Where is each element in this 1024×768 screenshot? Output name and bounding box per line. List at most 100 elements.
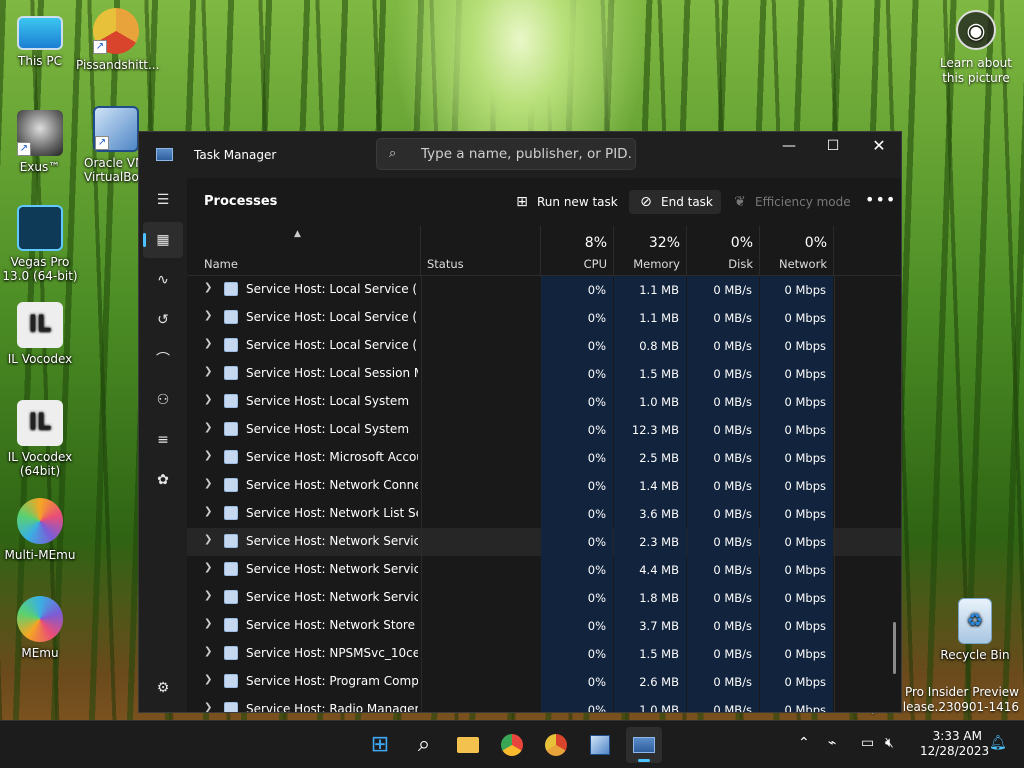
file-explorer-icon[interactable]	[450, 727, 486, 763]
process-name: Service Host: Local Service (N...	[246, 282, 418, 296]
process-name: Service Host: Radio Managem...	[246, 702, 418, 712]
display-icon[interactable]: ▭	[861, 735, 874, 751]
cpu-value: 0%	[541, 528, 613, 556]
vertical-scrollbar[interactable]	[893, 622, 896, 674]
end-task-button[interactable]: ⊘ End task	[629, 190, 721, 214]
chevron-right-icon[interactable]: ❯	[204, 366, 212, 377]
hamburger-menu-icon[interactable]: ☰	[143, 182, 183, 218]
speaker-muted-icon[interactable]: 🔇︎	[885, 735, 894, 751]
chevron-right-icon[interactable]: ❯	[204, 506, 212, 517]
desktop-icon-memu[interactable]: MEmu	[0, 596, 80, 660]
shortcut-arrow-icon: ↗	[95, 136, 109, 150]
chevron-right-icon[interactable]: ❯	[204, 478, 212, 489]
nav-performance-icon[interactable]: ∿	[143, 262, 183, 298]
column-disk[interactable]: 0% Disk	[687, 226, 760, 276]
process-name: Service Host: Network Connec...	[246, 478, 418, 492]
more-options-icon[interactable]: •••	[865, 190, 896, 209]
table-row[interactable]: ❯ Service Host: Local Service (N... 0%1.1 …	[187, 276, 901, 304]
column-status[interactable]: Status	[421, 226, 541, 276]
process-name: Service Host: Network Service	[246, 562, 418, 576]
table-row[interactable]: ❯Service Host: Program Compa...0%2.6 MB0…	[187, 668, 901, 696]
memory-value: 4.4 MB	[614, 556, 686, 584]
table-row[interactable]: ❯ Service Host: Local Service (N... 0%1.1 …	[187, 304, 901, 332]
table-row[interactable]: ❯ Service Host: Local System 0% 1.0 MB 0 MB/…	[187, 388, 901, 416]
nav-services-icon[interactable]: ✿	[143, 462, 183, 498]
table-row[interactable]: ❯Service Host: NPSMSvc_10cea460%1.5 MB0 …	[187, 640, 901, 668]
chevron-right-icon[interactable]: ❯	[204, 590, 212, 601]
column-memory[interactable]: 32% Memory	[614, 226, 687, 276]
task-manager-app-icon	[156, 148, 173, 161]
clock[interactable]: 3:33 AM 12/28/2023	[920, 729, 989, 759]
task-manager-window: Task Manager ⌕ — ☐ ✕ ☰ ▦ ∿ ↺ ⌒ ⚇ ≡ ✿ ⚙ P…	[138, 131, 902, 713]
table-row[interactable]: ❯Service Host: Radio Managem...0%1.0 MB0…	[187, 696, 901, 712]
chevron-up-icon[interactable]: ⌃	[798, 735, 810, 751]
chevron-right-icon[interactable]: ❯	[204, 394, 212, 405]
chevron-right-icon[interactable]: ❯	[204, 534, 212, 545]
maximize-button[interactable]: ☐	[810, 132, 856, 162]
virtualbox-taskbar-icon[interactable]	[582, 727, 618, 763]
efficiency-mode-button[interactable]: ❦ Efficiency mode	[731, 190, 851, 214]
nav-details-icon[interactable]: ≡	[143, 422, 183, 458]
title-bar[interactable]: Task Manager ⌕ — ☐ ✕	[139, 132, 901, 178]
learn-about-picture[interactable]: ◉ Learn about this picture	[936, 10, 1016, 86]
chevron-right-icon[interactable]: ❯	[204, 562, 212, 573]
table-row[interactable]: ❯ Service Host: Network Connec... 0%1.4 MB…	[187, 472, 901, 500]
network-value: 0 Mbps	[760, 304, 833, 332]
process-name: Service Host: Program Compa...	[246, 674, 418, 688]
close-button[interactable]: ✕	[856, 132, 901, 162]
desktop-icon-multi-memu[interactable]: Multi-MEmu	[0, 498, 80, 562]
settings-gear-icon[interactable]: ⚙	[143, 670, 183, 706]
desktop-icon-recycle-bin[interactable]: ♻ Recycle Bin	[935, 598, 1015, 662]
chrome-canary-taskbar-icon[interactable]	[538, 727, 574, 763]
search-input[interactable]	[421, 144, 631, 164]
desktop-icon-il-vocodex[interactable]: IL IL Vocodex	[0, 302, 80, 366]
column-network[interactable]: 0% Network	[760, 226, 834, 276]
nav-startup-apps-icon[interactable]: ⌒	[143, 342, 183, 378]
desktop-icon-exus[interactable]: ↗ Exus™	[0, 110, 80, 174]
network-value: 0 Mbps	[760, 696, 833, 712]
desktop-icon-this-pc[interactable]: This PC	[0, 12, 80, 68]
run-new-task-button[interactable]: ⊞ Run new task	[513, 190, 618, 214]
chevron-right-icon[interactable]: ❯	[204, 646, 212, 657]
table-row[interactable]: ❯ Service Host: Network List Ser... 0%3.6 …	[187, 500, 901, 528]
table-row-hovered[interactable]: ❯ Service Host: Network Service 0% 2.3 MB 0 …	[187, 528, 901, 556]
chevron-right-icon[interactable]: ❯	[204, 618, 212, 629]
il-vocodex-icon: IL	[17, 302, 63, 348]
chevron-right-icon[interactable]: ❯	[204, 422, 212, 433]
table-row[interactable]: ❯ Service Host: Network Service 0% 1.8 MB 0 …	[187, 584, 901, 612]
nav-users-icon[interactable]: ⚇	[143, 382, 183, 418]
table-row[interactable]: ❯ Service Host: Local Service (N... 0%0.8 …	[187, 332, 901, 360]
chevron-right-icon[interactable]: ❯	[204, 282, 212, 293]
start-windows-icon[interactable]: ⊞	[362, 727, 398, 763]
desktop-icon-vegas[interactable]: Vegas Pro 13.0 (64-bit)	[0, 205, 80, 283]
table-row[interactable]: ❯ Service Host: Network Store In... 0%3.7 …	[187, 612, 901, 640]
column-memory-label: Memory	[633, 257, 680, 271]
exus-icon: ↗	[17, 110, 63, 156]
column-cpu[interactable]: 8% CPU	[541, 226, 614, 276]
desktop-icon-il-vocodex-64[interactable]: IL IL Vocodex (64bit)	[0, 400, 80, 478]
notification-bell-icon[interactable]: 🔔︎	[989, 735, 1007, 751]
table-row[interactable]: ❯ Service Host: Local Session M... 0% 1.5 M…	[187, 360, 901, 388]
search-taskbar-icon[interactable]: ⌕	[406, 727, 442, 763]
chevron-right-icon[interactable]: ❯	[204, 450, 212, 461]
desktop-icon-pissandshitt[interactable]: ↗ Pissandshitt...	[76, 8, 159, 72]
network-disconnected-icon[interactable]: ⌁	[828, 735, 836, 751]
chrome-taskbar-icon[interactable]	[494, 727, 530, 763]
run-new-task-icon: ⊞	[516, 194, 528, 210]
nav-processes-icon[interactable]: ▦	[143, 222, 183, 258]
table-row[interactable]: ❯ Service Host: Local System 0% 12.3 MB 0 MB…	[187, 416, 901, 444]
chevron-right-icon[interactable]: ❯	[204, 310, 212, 321]
service-host-icon	[224, 394, 238, 408]
minimize-button[interactable]: —	[766, 132, 812, 162]
service-host-icon	[224, 478, 238, 492]
service-host-icon	[224, 450, 238, 464]
table-row[interactable]: ❯ Service Host: Network Service 0% 4.4 MB 0 …	[187, 556, 901, 584]
column-name[interactable]: ▲ Name	[187, 226, 421, 276]
chevron-right-icon[interactable]: ❯	[204, 338, 212, 349]
chevron-right-icon[interactable]: ❯	[204, 702, 212, 712]
task-manager-taskbar-icon[interactable]	[626, 727, 662, 763]
table-row[interactable]: ❯ Service Host: Microsoft Accou... 0% 2.5 M…	[187, 444, 901, 472]
search-box[interactable]: ⌕	[376, 138, 636, 170]
chevron-right-icon[interactable]: ❯	[204, 674, 212, 685]
nav-app-history-icon[interactable]: ↺	[143, 302, 183, 338]
